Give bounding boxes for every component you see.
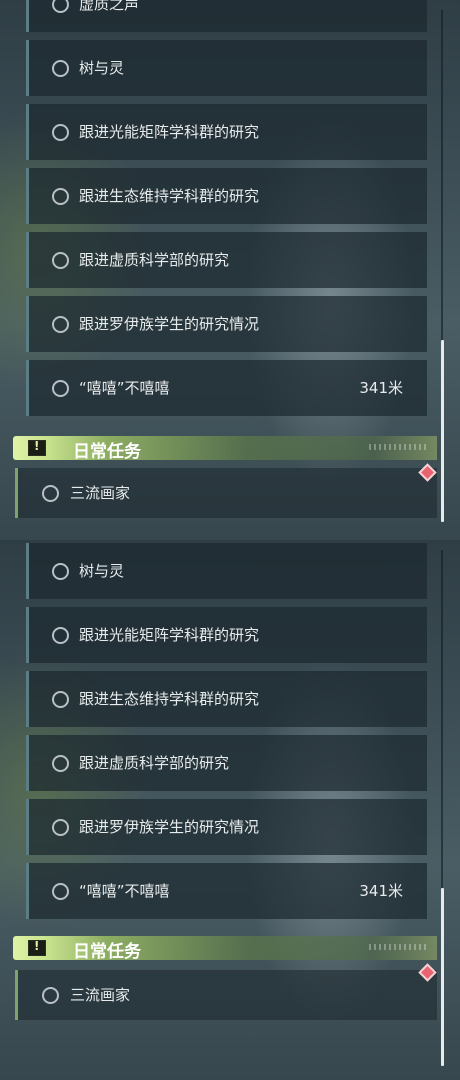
quest-distance: 341米 [359, 882, 403, 900]
header-decoration [369, 944, 429, 950]
daily-tasks-title: 日常任务 [73, 942, 141, 962]
daily-tasks-header[interactable]: 日常任务 [13, 936, 437, 962]
daily-tasks-header[interactable]: 日常任务 [13, 436, 437, 462]
quest-item[interactable]: 跟进罗伊族学生的研究情况 [26, 799, 427, 855]
circle-icon [52, 124, 69, 141]
alert-icon [28, 939, 46, 956]
quest-item[interactable]: 跟进罗伊族学生的研究情况 [26, 296, 427, 352]
quest-label: 跟进虚质科学部的研究 [79, 754, 230, 772]
circle-icon [52, 883, 69, 900]
quest-label: 跟进生态维持学科群的研究 [79, 187, 260, 205]
quest-label: 跟进罗伊族学生的研究情况 [79, 315, 260, 333]
quest-label: 树与灵 [79, 562, 125, 580]
circle-icon [42, 485, 59, 502]
quest-item[interactable]: 跟进生态维持学科群的研究 [26, 168, 427, 224]
circle-icon [42, 987, 59, 1004]
quest-label: 跟进虚质科学部的研究 [79, 251, 230, 269]
daily-tasks-title: 日常任务 [73, 442, 141, 462]
circle-icon [52, 819, 69, 836]
header-decoration [369, 444, 429, 450]
quest-panel-a: 虚质之声 树与灵 跟进光能矩阵学科群的研究 跟进生态维持学科群的研究 跟进虚质科… [0, 0, 460, 540]
quest-label: 三流画家 [70, 986, 131, 1004]
quest-panel-b: 树与灵 跟进光能矩阵学科群的研究 跟进生态维持学科群的研究 跟进虚质科学部的研究… [0, 540, 460, 1080]
scrollbar-thumb[interactable] [441, 888, 444, 1066]
circle-icon [52, 0, 69, 13]
quest-item[interactable]: 树与灵 [26, 40, 427, 96]
quest-label: “嘻嘻”不嘻嘻 [79, 379, 170, 397]
quest-label: 三流画家 [70, 484, 131, 502]
daily-quest-item[interactable]: 三流画家 [15, 468, 437, 518]
alert-icon [28, 439, 46, 456]
quest-label: 跟进罗伊族学生的研究情况 [79, 818, 260, 836]
quest-item[interactable]: 跟进光能矩阵学科群的研究 [26, 607, 427, 663]
circle-icon [52, 563, 69, 580]
daily-quest-item[interactable]: 三流画家 [15, 970, 437, 1020]
quest-label: 跟进光能矩阵学科群的研究 [79, 626, 260, 644]
circle-icon [52, 755, 69, 772]
quest-item[interactable]: “嘻嘻”不嘻嘻 341米 [26, 360, 427, 416]
circle-icon [52, 691, 69, 708]
circle-icon [52, 380, 69, 397]
quest-label: “嘻嘻”不嘻嘻 [79, 882, 170, 900]
quest-label: 跟进生态维持学科群的研究 [79, 690, 260, 708]
circle-icon [52, 252, 69, 269]
circle-icon [52, 627, 69, 644]
quest-item[interactable]: 虚质之声 [26, 0, 427, 32]
circle-icon [52, 316, 69, 333]
quest-item[interactable]: “嘻嘻”不嘻嘻 341米 [26, 863, 427, 919]
quest-item[interactable]: 跟进虚质科学部的研究 [26, 735, 427, 791]
circle-icon [52, 188, 69, 205]
quest-label: 树与灵 [79, 59, 125, 77]
quest-item[interactable]: 树与灵 [26, 543, 427, 599]
circle-icon [52, 60, 69, 77]
quest-item[interactable]: 跟进虚质科学部的研究 [26, 232, 427, 288]
quest-label: 跟进光能矩阵学科群的研究 [79, 123, 260, 141]
scrollbar-thumb[interactable] [441, 340, 444, 522]
quest-item[interactable]: 跟进生态维持学科群的研究 [26, 671, 427, 727]
quest-label: 虚质之声 [79, 0, 140, 13]
quest-distance: 341米 [359, 379, 403, 397]
quest-item[interactable]: 跟进光能矩阵学科群的研究 [26, 104, 427, 160]
